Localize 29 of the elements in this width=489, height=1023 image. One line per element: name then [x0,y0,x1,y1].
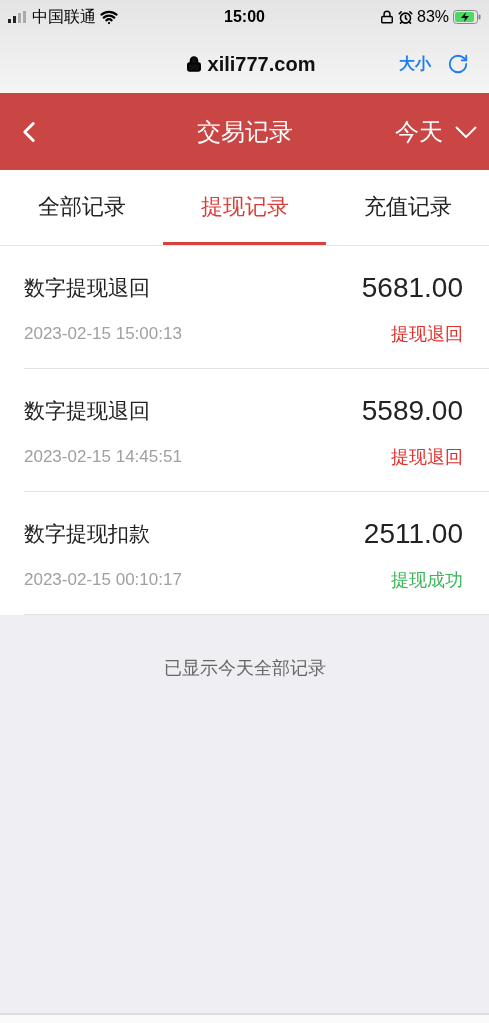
date-filter-dropdown[interactable]: 今天 [395,113,477,150]
wifi-icon [100,8,118,26]
record-title: 数字提现扣款 [24,520,150,547]
battery-charging-icon [453,10,481,24]
record-time: 2023-02-15 15:00:13 [24,323,182,346]
reload-icon[interactable] [447,52,469,75]
carrier-name: 中国联通 [32,7,96,27]
record-amount: 5681.00 [361,270,463,305]
lock-icon [185,55,202,72]
tab[interactable]: 充值记录 [326,170,489,245]
record-title: 数字提现退回 [24,397,150,424]
signal-icon [8,11,28,23]
record-time: 2023-02-15 14:45:51 [24,446,182,469]
clock-time: 15:00 [223,7,266,27]
record-amount: 5589.00 [361,393,463,428]
url-text: xili777.com [207,51,316,77]
chevron-down-icon [455,125,477,138]
record-status: 提现成功 [391,568,463,592]
record-status: 提现退回 [391,322,463,346]
text-size-button[interactable]: 大小 [399,51,431,76]
end-of-list-note: 已显示今天全部记录 [163,657,326,680]
alarm-icon [398,9,413,25]
record-status: 提现退回 [391,445,463,469]
record-title: 数字提现退回 [24,274,150,301]
record-amount: 2511.00 [363,516,463,551]
record-time: 2023-02-15 00:10:17 [24,569,182,592]
page-title: 交易记录 [196,116,293,147]
tab[interactable]: 全部记录 [0,170,163,245]
battery-percent: 83% [417,7,449,27]
